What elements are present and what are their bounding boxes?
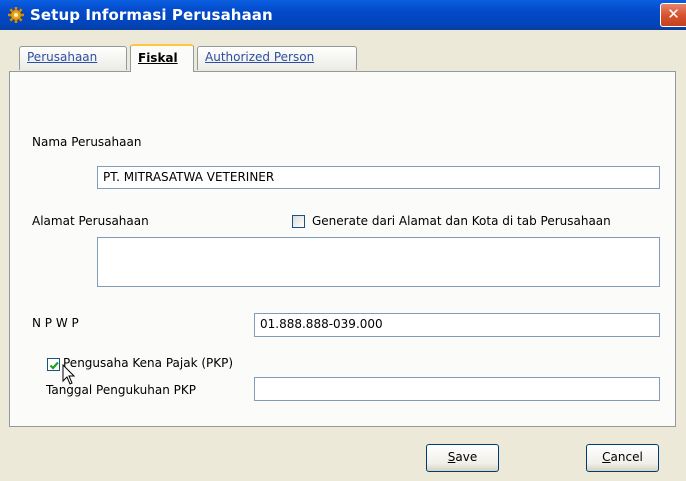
npwp-label: N P W P bbox=[32, 316, 79, 330]
nama-perusahaan-input[interactable]: PT. MITRASATWA VETERINER bbox=[97, 166, 660, 189]
checkmark-icon bbox=[49, 361, 59, 370]
alamat-perusahaan-label: Alamat Perusahaan bbox=[32, 214, 149, 228]
alamat-perusahaan-textarea[interactable] bbox=[97, 237, 660, 287]
generate-alamat-checkbox[interactable] bbox=[292, 215, 305, 228]
pkp-label[interactable]: Pengusaha Kena Pajak (PKP) bbox=[63, 356, 233, 370]
pkp-checkbox[interactable] bbox=[47, 358, 60, 371]
npwp-input[interactable]: 01.888.888-039.000 bbox=[254, 313, 660, 337]
tanggal-pengukuhan-input[interactable] bbox=[254, 377, 660, 401]
generate-alamat-label[interactable]: Generate dari Alamat dan Kota di tab Per… bbox=[312, 214, 611, 228]
nama-perusahaan-label: Nama Perusahaan bbox=[32, 135, 142, 149]
mouse-pointer-icon bbox=[62, 363, 76, 389]
